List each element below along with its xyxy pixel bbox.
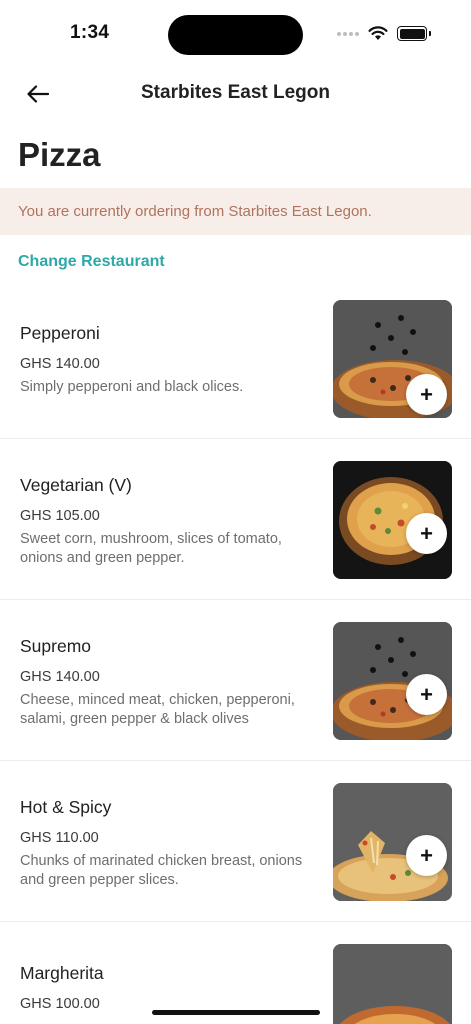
menu-item-description: Chunks of marinated chicken breast, onio… [20,853,303,888]
menu-item-text: Hot & Spicy GHS 110.00 Chunks of marinat… [20,797,320,890]
menu-item-description: Cheese, minced meat, chicken, pepperoni,… [20,692,295,727]
menu-item-name: Vegetarian (V) [20,475,132,495]
menu-item-hot-and-spicy[interactable]: Hot & Spicy GHS 110.00 Chunks of marinat… [0,761,471,922]
home-indicator[interactable] [152,1010,320,1015]
plus-icon: + [420,842,433,868]
status-bar: 1:34 [0,0,471,60]
menu-list: Pepperoni GHS 140.00 Simply pepperoni an… [0,278,471,1024]
add-to-cart-button[interactable]: + [406,513,447,554]
menu-item-pepperoni[interactable]: Pepperoni GHS 140.00 Simply pepperoni an… [0,278,471,439]
change-restaurant-link[interactable]: Change Restaurant [18,253,165,271]
add-to-cart-button[interactable]: + [406,674,447,715]
nav-bar: Starbites East Legon [0,70,471,118]
menu-item-name: Hot & Spicy [20,797,112,817]
status-icons [337,26,431,41]
plus-icon: + [420,381,433,407]
battery-icon [397,26,431,41]
pizza-photo [333,944,452,1024]
menu-item-description: Sweet corn, mushroom, slices of tomato, … [20,531,282,566]
wifi-icon [368,26,388,40]
menu-item-price: GHS 140.00 [20,356,100,372]
menu-item-text: Vegetarian (V) GHS 105.00 Sweet corn, mu… [20,475,320,568]
menu-item-text: Margherita GHS 100.00 [20,963,320,1012]
page-title: Pizza [18,136,101,173]
menu-item-text: Supremo GHS 140.00 Cheese, minced meat, … [20,636,320,729]
menu-item-price: GHS 140.00 [20,669,100,685]
menu-item-margherita[interactable]: Margherita GHS 100.00 [0,922,471,1024]
signal-icon [337,31,359,36]
menu-item-name: Pepperoni [20,323,100,343]
add-to-cart-button[interactable]: + [406,374,447,415]
status-time: 1:34 [70,22,110,43]
add-to-cart-button[interactable]: + [406,835,447,876]
menu-item-vegetarian[interactable]: Vegetarian (V) GHS 105.00 Sweet corn, mu… [0,439,471,600]
plus-icon: + [420,520,433,546]
menu-item-name: Margherita [20,963,104,983]
menu-item-description: Simply pepperoni and black olices. [20,379,244,395]
plus-icon: + [420,681,433,707]
ordering-notice: You are currently ordering from Starbite… [0,188,471,235]
dynamic-island [168,15,303,55]
nav-title: Starbites East Legon [141,82,330,103]
ordering-notice-text: You are currently ordering from Starbite… [18,203,372,220]
menu-item-price: GHS 110.00 [20,830,99,846]
menu-item-supremo[interactable]: Supremo GHS 140.00 Cheese, minced meat, … [0,600,471,761]
menu-item-price: GHS 105.00 [20,508,100,524]
menu-item-text: Pepperoni GHS 140.00 Simply pepperoni an… [20,323,320,397]
menu-item-name: Supremo [20,636,92,656]
